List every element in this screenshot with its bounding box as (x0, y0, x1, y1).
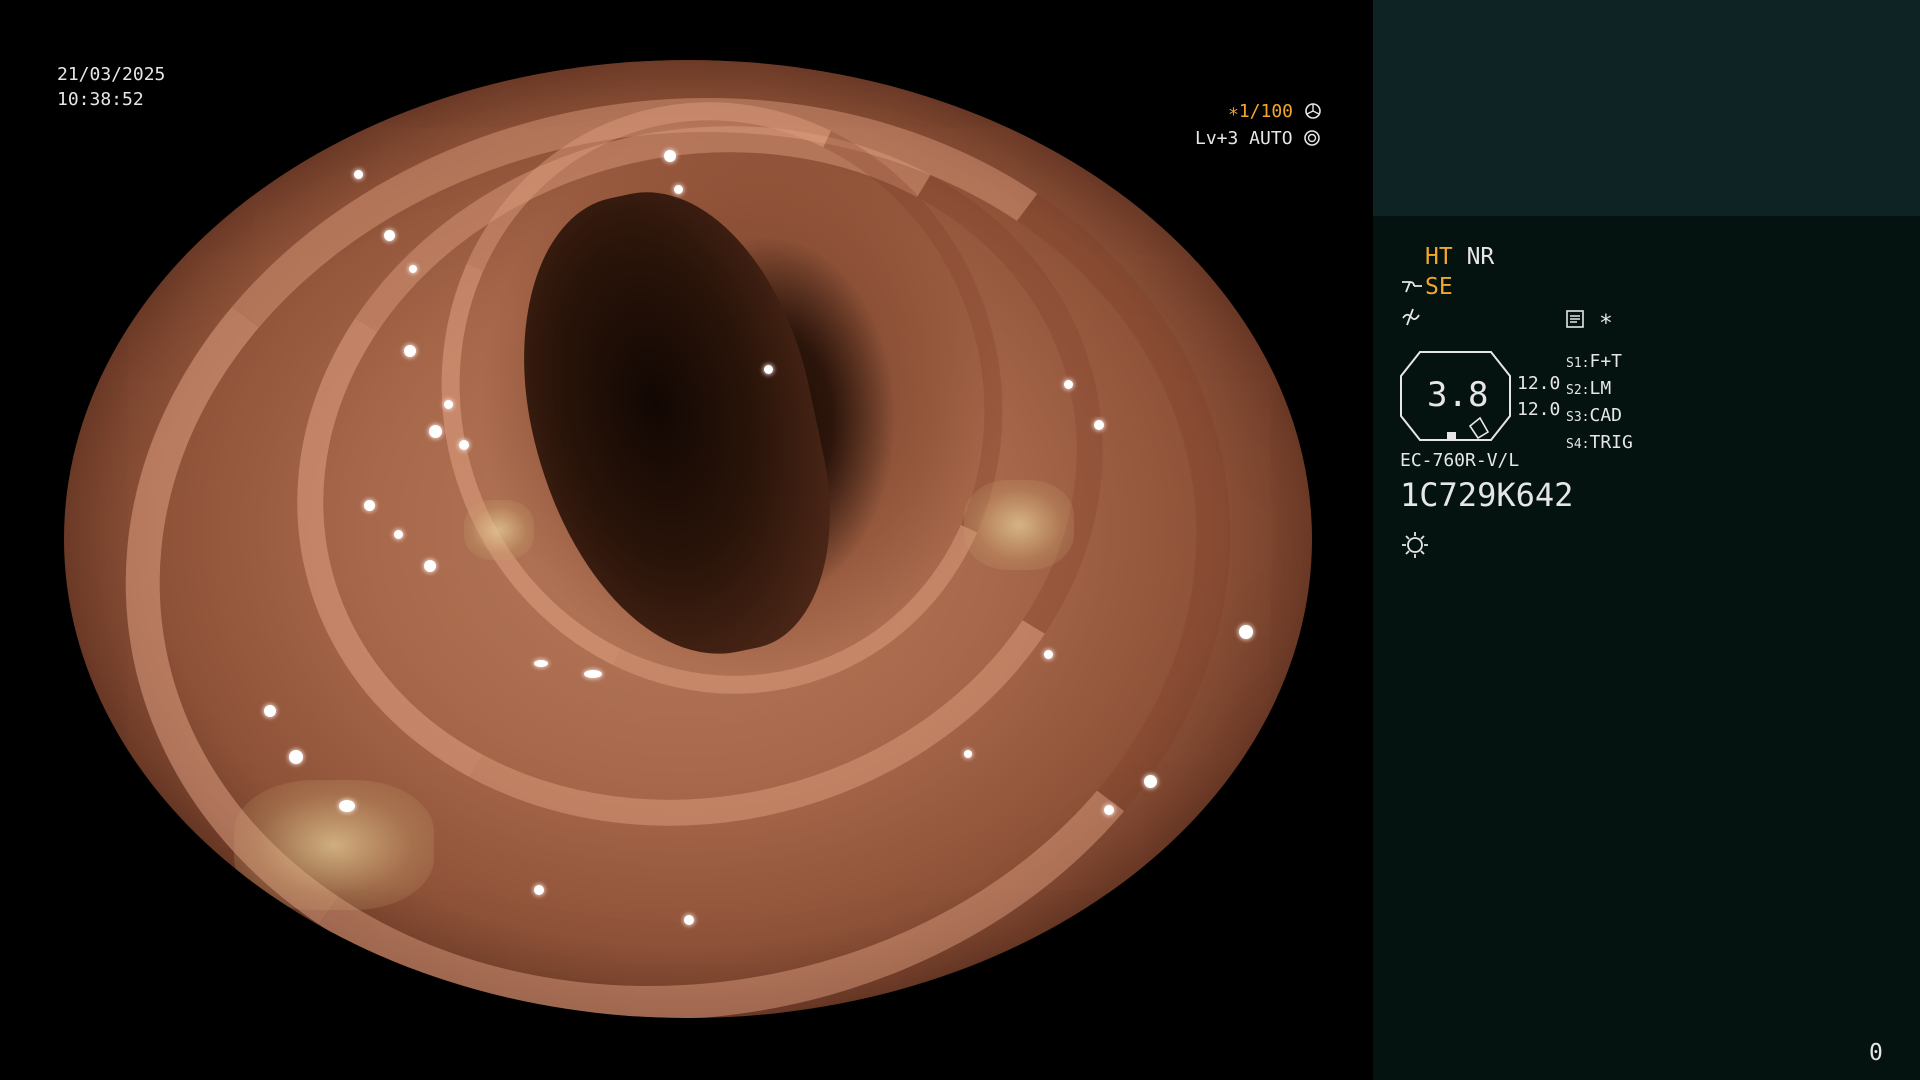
specular-highlight (1094, 420, 1104, 430)
specular-highlight (664, 150, 676, 162)
endoscope-view-area: 21/03/2025 10:38:52 ∗1/100 Lv+3 AUTO (0, 0, 1373, 1080)
scope-model: EC-760R-V/L (1400, 450, 1520, 471)
specular-highlight (264, 705, 276, 717)
value-bottom: 12.0 (1517, 399, 1561, 420)
specular-highlight (964, 750, 972, 758)
specular-highlight (339, 800, 355, 812)
specular-highlight (424, 560, 436, 572)
specular-highlight (684, 915, 694, 925)
time-label: 10:38:52 (57, 89, 144, 110)
mode-row-1: HT NR (1425, 244, 1494, 270)
shutter-readout: ∗1/100 (1228, 101, 1322, 122)
value-top: 12.0 (1517, 373, 1561, 394)
specular-highlight (1174, 210, 1182, 218)
specular-highlight (459, 440, 469, 450)
switch-key: S1: (1566, 356, 1590, 371)
light-icon (1402, 532, 1428, 558)
specular-highlight (364, 500, 375, 511)
specular-highlight (994, 965, 1018, 979)
specular-highlight (1104, 945, 1122, 961)
specular-highlight (1239, 625, 1253, 639)
scope-serial: 1C729K642 (1400, 476, 1574, 514)
specular-highlight (1064, 380, 1073, 389)
switch-row: S1:F+T (1566, 349, 1633, 376)
status-panel: HT NR SE ∗ 3.8 12.0 12.0 S1:F+T S2:LM S3… (1373, 0, 1920, 1080)
specular-highlight (1104, 805, 1114, 815)
debris-patch (964, 480, 1074, 570)
specular-highlight (444, 400, 453, 409)
scope-icon (1402, 281, 1422, 293)
counter-label: 0 (1869, 1040, 1883, 1066)
gauge-value: 3.8 (1427, 375, 1489, 415)
panel-header-area (1373, 0, 1920, 216)
level-label: Lv+3 AUTO (1195, 128, 1293, 149)
switch-row: S4:TRIG (1566, 430, 1633, 457)
switch-key: S4: (1566, 437, 1590, 452)
switch-row: S3:CAD (1566, 403, 1633, 430)
specular-highlight (289, 750, 303, 764)
specular-highlight (384, 230, 395, 241)
auto-iris-icon (1304, 130, 1321, 146)
switch-value: CAD (1589, 405, 1622, 426)
debris-patch (234, 780, 434, 910)
level-readout: Lv+3 AUTO (1195, 128, 1321, 149)
memo-icon (1566, 310, 1584, 328)
nr-label: NR (1466, 244, 1495, 270)
specular-highlight (404, 345, 416, 357)
date-label: 21/03/2025 (57, 64, 166, 85)
switch-key: S3: (1566, 410, 1590, 425)
shutter-label: ∗1/100 (1228, 101, 1294, 122)
shutter-icon (1305, 103, 1321, 119)
switch-row: S2:LM (1566, 376, 1633, 403)
specular-highlight (534, 885, 544, 895)
switch-value: F+T (1589, 351, 1622, 372)
specular-highlight (429, 425, 442, 438)
switch-list: S1:F+T S2:LM S3:CAD S4:TRIG (1566, 349, 1633, 457)
se-label: SE (1425, 274, 1453, 300)
switch-value: TRIG (1589, 432, 1633, 453)
endoscopic-image (64, 60, 1312, 1018)
debris-patch (464, 500, 534, 560)
specular-highlight (354, 170, 363, 179)
specular-highlight (534, 660, 548, 667)
specular-highlight (1044, 650, 1053, 659)
specular-highlight (394, 530, 403, 539)
specular-highlight (764, 365, 773, 374)
specular-highlight (409, 265, 417, 273)
switch-key: S2: (1566, 383, 1590, 398)
specular-highlight (1144, 775, 1157, 788)
ht-label: HT (1425, 244, 1453, 270)
specular-highlight (674, 185, 683, 194)
specular-highlight (584, 670, 602, 678)
switch-value: LM (1589, 378, 1612, 399)
asterisk-icon: ∗ (1599, 306, 1613, 332)
signal-off-icon (1402, 308, 1420, 326)
